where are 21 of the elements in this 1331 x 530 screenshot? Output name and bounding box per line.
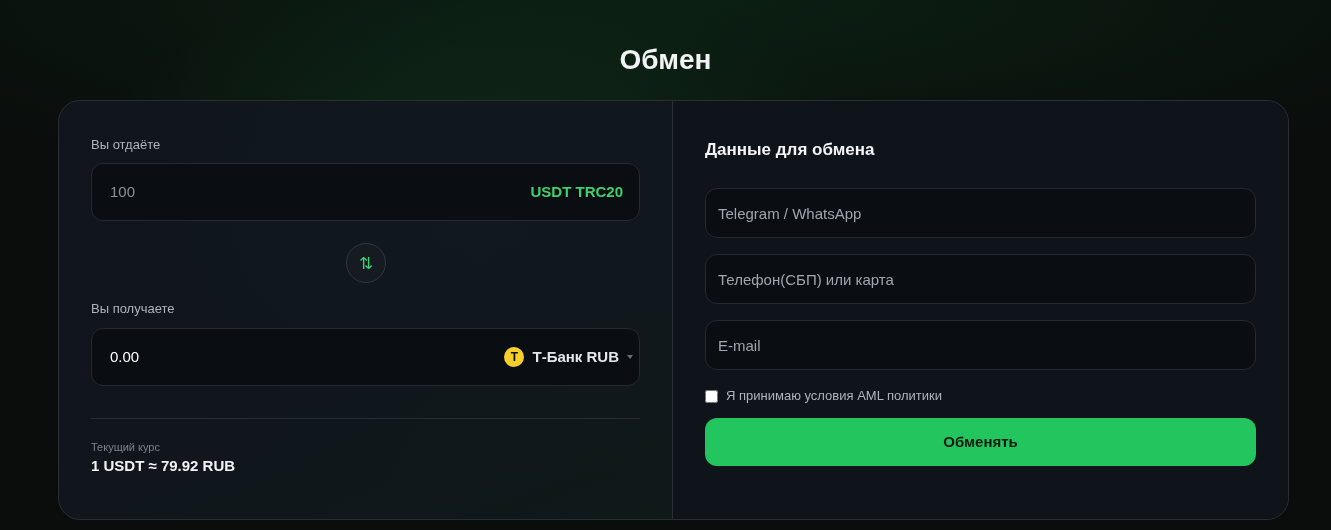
input-field[interactable]: E-mail [705,320,1256,371]
input-field[interactable]: Telegram / WhatsApp [705,188,1256,239]
currency-selector[interactable]: Т-Банк RUB [532,345,619,369]
checkbox[interactable] [705,389,718,403]
rate-label: Текущий курс [91,439,161,455]
amount-field[interactable]: 100 USDT TRC20 [91,163,640,222]
rate-value: 1 USDT ≈ 79.92 RUB [91,456,237,477]
amount-input[interactable]: 100 [108,180,531,205]
amount-input[interactable]: 0.00 [108,344,505,370]
field-label: Вы получаете [91,300,176,319]
caret-icon [627,354,633,359]
bank-logo-icon: T [504,346,525,367]
section-title: Данные для обмена [705,138,876,161]
swap-button[interactable]: ⇅ [345,243,386,284]
checkbox-label: Я принимаю условия AML политики [726,387,942,406]
page-title: Обмен [618,43,713,76]
currency-selector[interactable]: USDT TRC20 [530,181,623,204]
input-field[interactable]: Телефон(СБП) или карта [705,254,1256,305]
field-label: Вы отдаёте [91,135,162,154]
exchange-button[interactable]: Обменять [705,417,1256,466]
amount-field[interactable]: 0.00 T Т-Банк RUB [91,327,640,386]
